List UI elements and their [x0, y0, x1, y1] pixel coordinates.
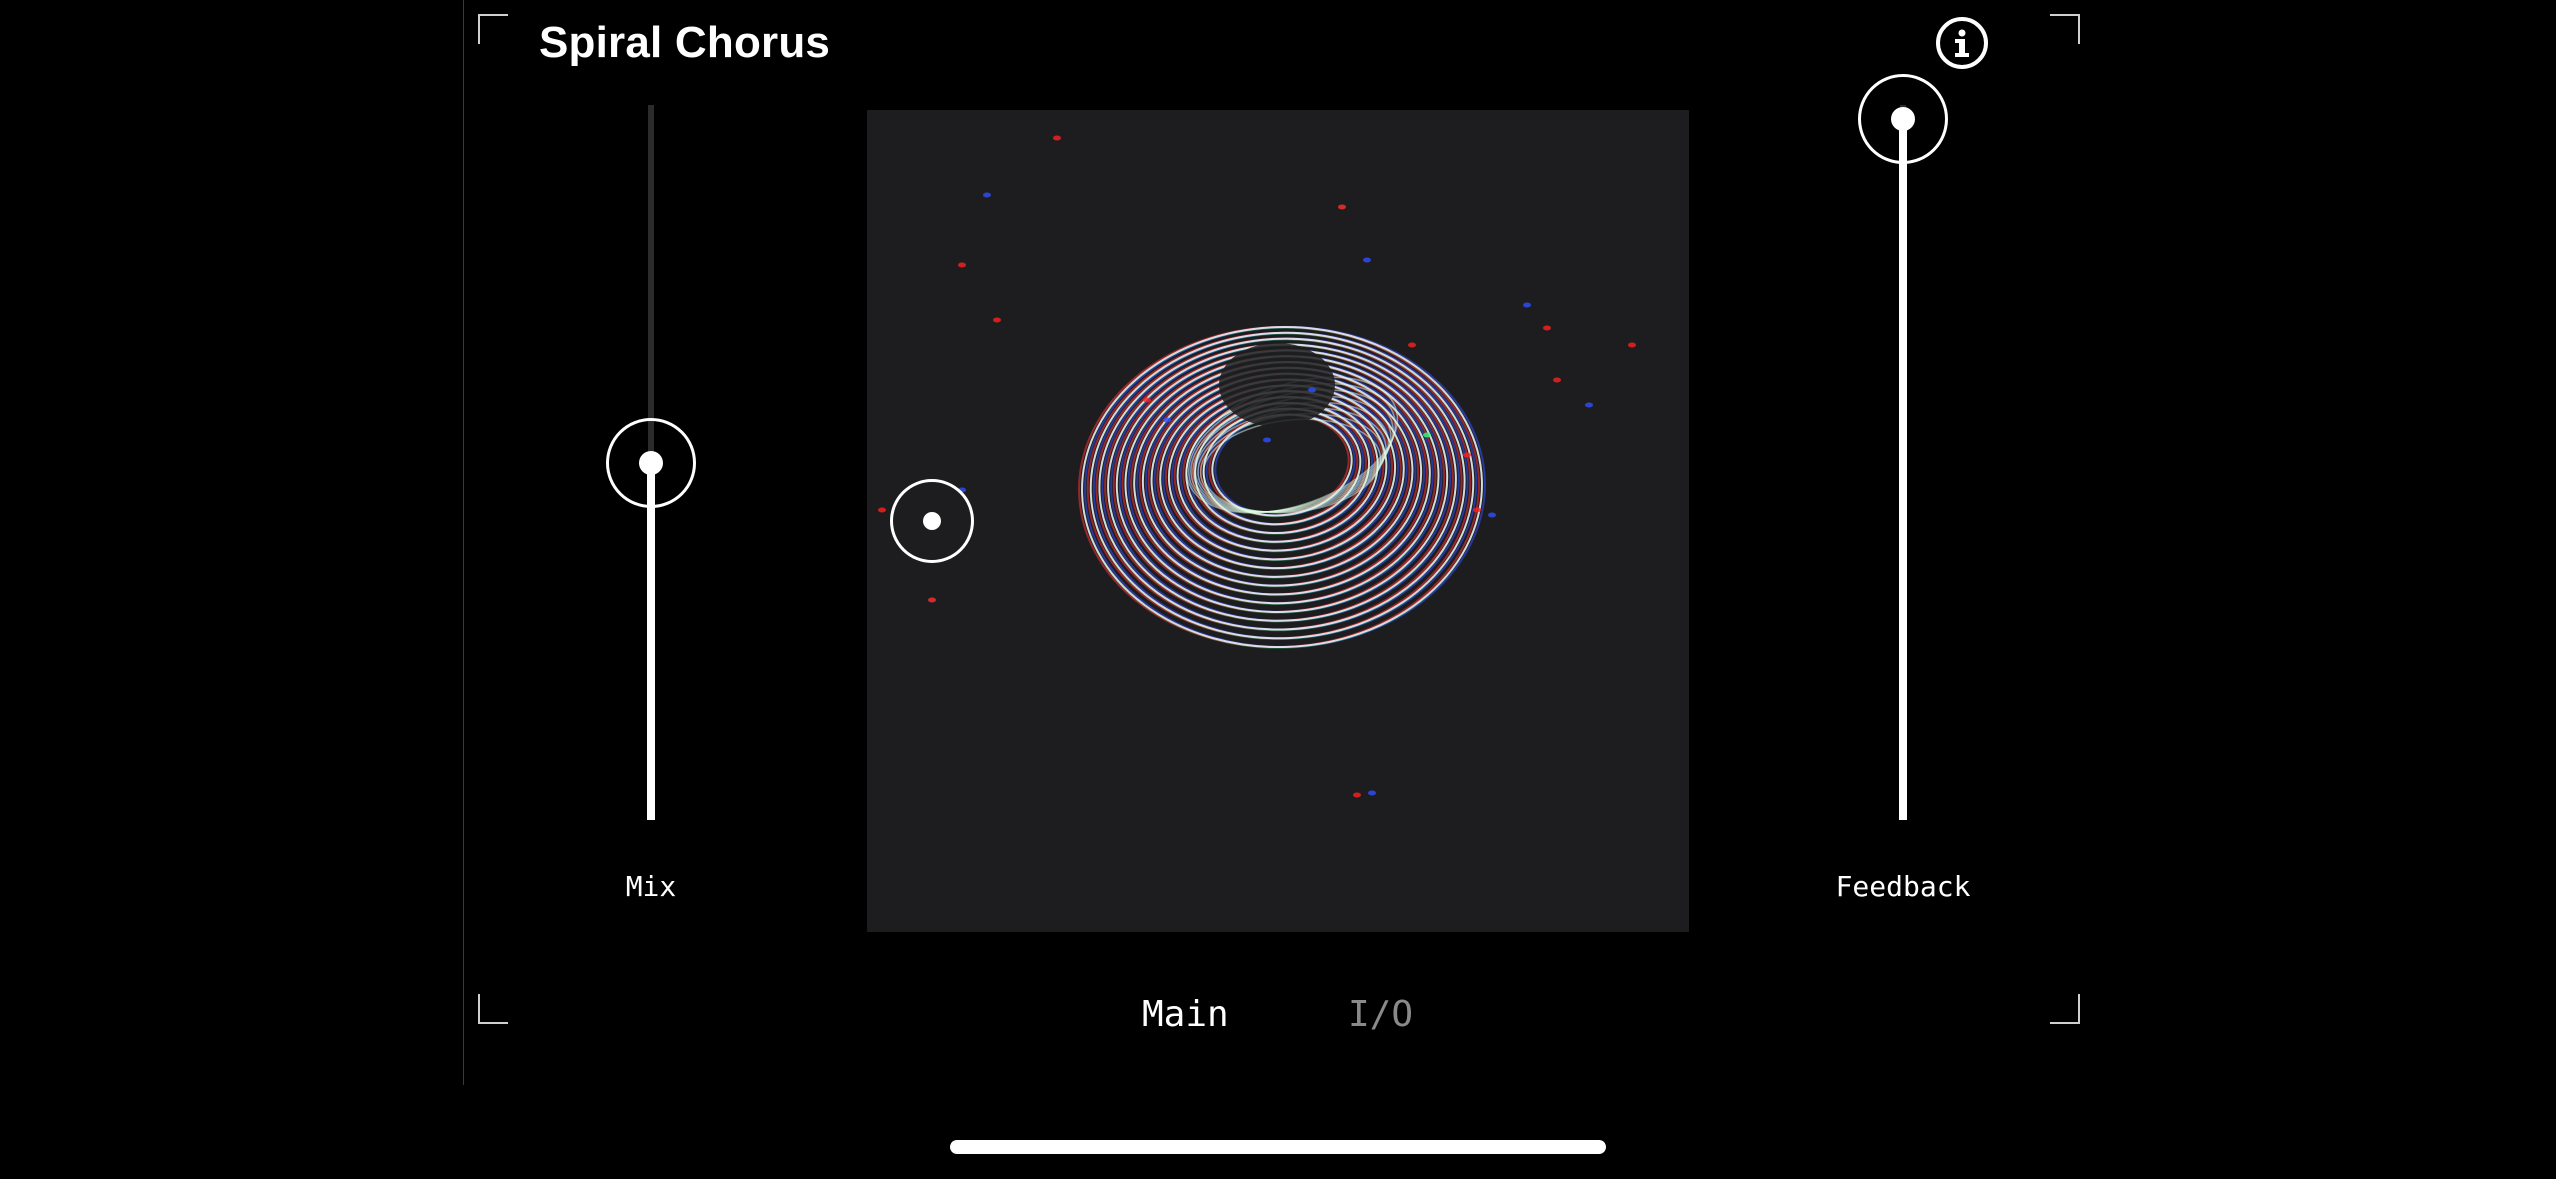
target-icon	[923, 512, 941, 530]
home-indicator[interactable]	[950, 1140, 1606, 1154]
app-title: Spiral Chorus	[539, 18, 831, 67]
tab-io[interactable]: I/O	[1348, 994, 1413, 1035]
corner-bracket-top-right	[2050, 14, 2080, 44]
mix-slider-fill	[647, 462, 655, 820]
tab-main[interactable]: Main	[1142, 994, 1229, 1035]
mix-slider-handle-dot	[639, 450, 663, 475]
feedback-label: Feedback	[1835, 870, 1971, 903]
info-button[interactable]	[1936, 17, 1988, 69]
mix-slider[interactable]	[591, 105, 711, 820]
feedback-slider-fill	[1899, 119, 1907, 820]
spiral-visualizer[interactable]	[867, 110, 1689, 932]
mix-label: Mix	[625, 870, 677, 903]
spiral-visualization	[878, 135, 1636, 798]
corner-bracket-bottom-left	[478, 994, 508, 1024]
corner-bracket-bottom-right	[2050, 994, 2080, 1024]
corner-bracket-top-left	[478, 14, 508, 44]
frame-divider	[463, 0, 464, 1085]
info-icon	[1955, 29, 1969, 57]
visualizer-position-handle[interactable]	[890, 479, 974, 563]
feedback-slider[interactable]	[1843, 74, 1963, 820]
